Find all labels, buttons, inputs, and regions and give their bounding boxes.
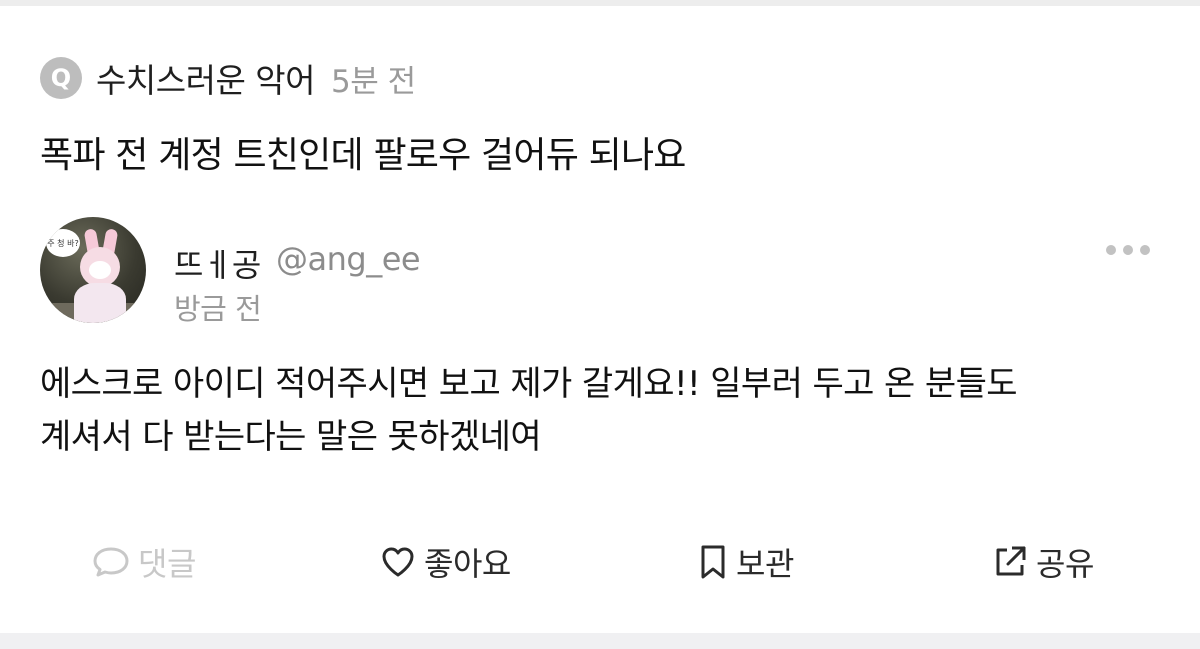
comment-line: 에스크로 아이디 적어주시면 보고 제가 갈게요!! 일부러 두고 온 분들도 xyxy=(40,364,1018,404)
comment-time: 방금 전 xyxy=(174,292,262,326)
more-dots-icon xyxy=(1106,245,1116,255)
share-external-icon xyxy=(996,546,1026,576)
question-badge-icon: Q xyxy=(40,57,82,99)
question-time: 5분 전 xyxy=(331,63,416,100)
bottom-divider xyxy=(0,633,1200,649)
share-label: 공유 xyxy=(1036,545,1094,583)
answer-page: Q 수치스러운 악어 5분 전 폭파 전 계정 트친인데 팔로우 걸어듀 되나요… xyxy=(0,0,1200,649)
comment-line: 계셔서 다 받는다는 말은 못하겠네여 xyxy=(40,417,542,457)
top-divider xyxy=(0,0,1200,6)
question-header: Q 수치스러운 악어 5분 전 xyxy=(40,56,416,100)
heart-icon xyxy=(382,547,414,577)
more-options-button[interactable] xyxy=(1106,240,1150,260)
share-button[interactable]: 공유 xyxy=(992,540,1094,584)
speech-bubble-icon xyxy=(93,547,129,577)
avatar-speech-bubble: 주 청 바? xyxy=(46,229,80,257)
save-button[interactable]: 보관 xyxy=(698,540,794,584)
question-title: 폭파 전 계정 트친인데 팔로우 걸어듀 되나요 xyxy=(40,135,686,176)
question-author[interactable]: 수치스러운 악어 xyxy=(96,54,316,102)
commenter-handle[interactable]: @ang_ee xyxy=(276,240,421,278)
bookmark-icon xyxy=(701,545,725,579)
commenter-name[interactable]: 뜨ㅔ공 xyxy=(174,240,261,286)
commenter-avatar[interactable]: 주 청 바? xyxy=(40,217,146,323)
comment-body: 에스크로 아이디 적어주시면 보고 제가 갈게요!! 일부러 두고 온 분들도 … xyxy=(40,358,1170,464)
like-button[interactable]: 좋아요 xyxy=(380,540,511,584)
reply-label: 댓글 xyxy=(138,545,196,583)
reply-button[interactable]: 댓글 xyxy=(92,540,196,584)
like-label: 좋아요 xyxy=(424,545,511,583)
save-label: 보관 xyxy=(736,545,794,583)
